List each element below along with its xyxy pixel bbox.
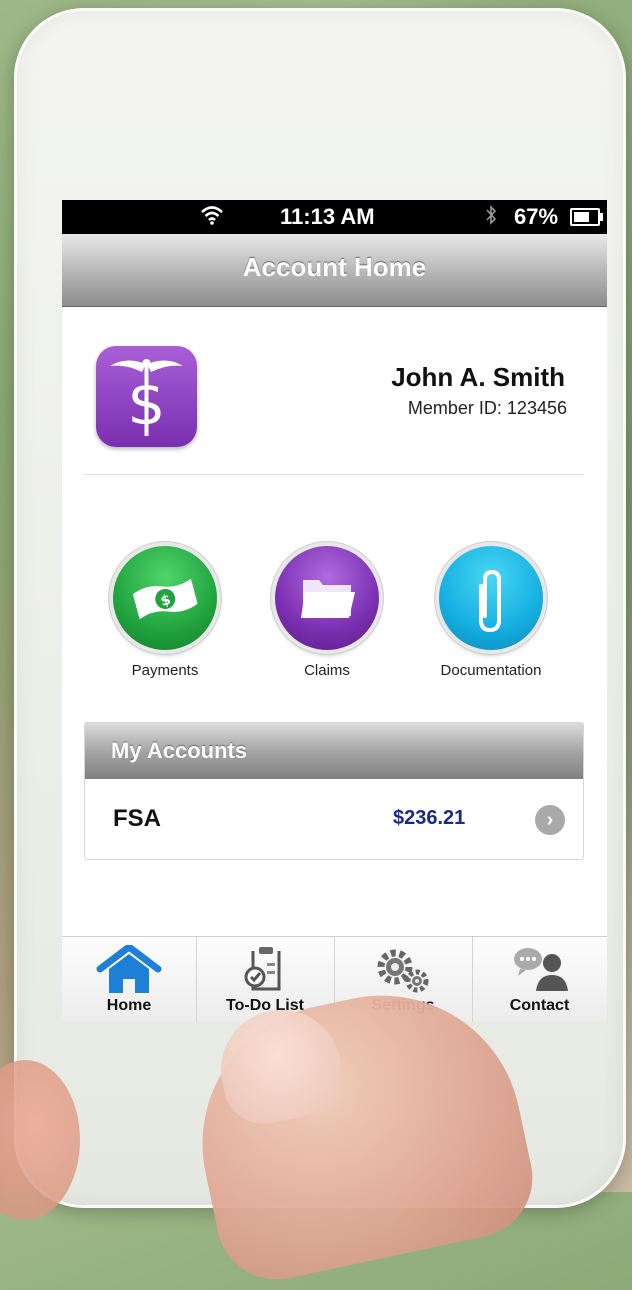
payments-circle[interactable]: $ — [113, 546, 217, 650]
page-title: Account Home — [242, 252, 427, 282]
payments-button[interactable]: $ Payments — [100, 546, 230, 679]
svg-text:$: $ — [127, 369, 165, 439]
battery-fill — [574, 212, 589, 222]
app-screen: 11:13 AM 67% Account Home $ John A. Smit… — [62, 200, 607, 1022]
documentation-circle[interactable] — [439, 546, 543, 650]
chevron-right-icon[interactable]: › — [535, 805, 565, 835]
claims-circle[interactable] — [275, 546, 379, 650]
caduceus-dollar-icon: $ — [96, 346, 197, 447]
status-time: 11:13 AM — [280, 204, 375, 229]
tab-home-label: Home — [106, 997, 152, 1014]
status-bar: 11:13 AM 67% — [62, 200, 607, 234]
profile-header: $ John A. Smith Member ID: 123456 — [62, 306, 607, 476]
my-accounts-header: My Accounts — [85, 723, 583, 779]
member-name: John A. Smith — [391, 362, 565, 392]
clipboard-icon — [239, 945, 291, 1000]
wifi-icon — [200, 204, 224, 232]
account-balance: $236.21 — [393, 807, 466, 829]
tab-contact[interactable]: Contact — [472, 937, 607, 1022]
member-id: Member ID: 123456 — [407, 398, 567, 418]
folder-icon — [301, 580, 355, 618]
my-accounts-panel: My Accounts FSA $236.21 › — [84, 722, 584, 860]
battery-icon — [570, 208, 603, 226]
account-row[interactable]: FSA $236.21 › — [85, 779, 583, 859]
payments-label: Payments — [131, 662, 199, 679]
divider — [84, 474, 584, 475]
nav-bar: Account Home — [62, 234, 607, 307]
bluetooth-icon — [484, 204, 498, 232]
claims-button[interactable]: Claims — [262, 546, 392, 679]
home-icon — [96, 943, 162, 1000]
money-icon: $ — [132, 578, 198, 620]
tab-contact-label: Contact — [509, 997, 570, 1014]
battery-percent: 67% — [514, 204, 559, 229]
claims-label: Claims — [304, 662, 350, 679]
tab-home[interactable]: Home — [62, 937, 197, 1022]
account-name: FSA — [113, 805, 161, 832]
documentation-button[interactable]: Documentation — [426, 546, 556, 679]
gears-icon — [371, 945, 435, 1000]
paperclip-icon — [479, 569, 501, 633]
documentation-label: Documentation — [440, 662, 542, 679]
contact-icon — [508, 945, 572, 1000]
